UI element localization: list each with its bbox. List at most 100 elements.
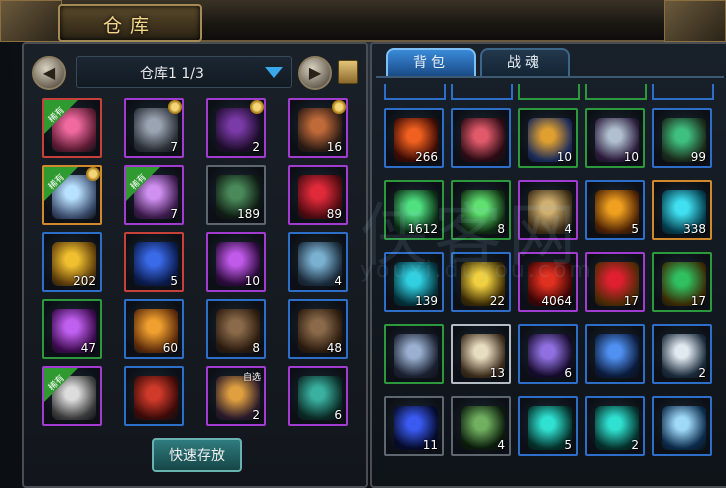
warehouse-nav: ◀ 仓库1 1/3 ▶ — [32, 54, 358, 90]
item-count: 47 — [80, 341, 96, 355]
warehouse-slot[interactable]: 稀有 — [42, 366, 102, 426]
dropdown-arrow-icon — [265, 67, 283, 78]
item-count: 10 — [556, 150, 572, 164]
item-count: 5 — [170, 274, 178, 288]
backpack-slot-partial[interactable] — [518, 84, 580, 100]
backpack-slot[interactable]: 99 — [652, 108, 712, 168]
backpack-slot[interactable] — [585, 324, 645, 384]
item-count: 8 — [252, 341, 260, 355]
item-count: 10 — [244, 274, 260, 288]
backpack-slot[interactable]: 338 — [652, 180, 712, 240]
backpack-slot[interactable]: 2 — [652, 324, 712, 384]
warehouse-page-select[interactable]: 仓库1 1/3 — [76, 56, 292, 88]
next-page-button[interactable]: ▶ — [298, 56, 332, 90]
ice-crystal-icon — [662, 406, 706, 450]
backpack-slot[interactable]: 11 — [384, 396, 444, 456]
backpack-slot-partial[interactable] — [652, 84, 714, 100]
item-count: 16 — [326, 140, 342, 154]
item-count: 11 — [422, 438, 438, 452]
item-count: 99 — [690, 150, 706, 164]
backpack-slot[interactable]: 5 — [585, 180, 645, 240]
backpack-slot[interactable]: 4 — [451, 396, 511, 456]
blue-beads-icon — [394, 334, 438, 378]
warehouse-slot[interactable]: 5 — [124, 232, 184, 292]
warehouse-slot[interactable] — [124, 366, 184, 426]
warehouse-slot[interactable]: 6 — [288, 366, 348, 426]
auto-select-label: 自选 — [242, 373, 261, 383]
backpack-slot[interactable]: 6 — [518, 324, 578, 384]
backpack-slot-partial[interactable] — [585, 84, 647, 100]
item-count: 4064 — [541, 294, 572, 308]
item-count: 2 — [252, 140, 260, 154]
backpack-slot-partial[interactable] — [384, 84, 446, 100]
item-count: 139 — [415, 294, 438, 308]
item-count: 2 — [631, 438, 639, 452]
warehouse-panel: ◀ 仓库1 1/3 ▶ 稀有 7 2 16 稀有 稀有 7 189 89 202 5 10 4 47 60 8… — [22, 42, 368, 488]
warehouse-slot[interactable]: 稀有 7 — [124, 165, 184, 225]
tab-backpack[interactable]: 背包 — [386, 48, 476, 78]
backpack-slot[interactable] — [652, 396, 712, 456]
red-talisman-icon — [134, 376, 178, 420]
gear-icon — [332, 100, 346, 114]
gear-icon — [250, 100, 264, 114]
warehouse-slot[interactable]: 4 — [288, 232, 348, 292]
item-count: 48 — [326, 341, 342, 355]
quick-store-button[interactable]: 快速存放 — [152, 438, 242, 472]
backpack-slot[interactable] — [384, 324, 444, 384]
warehouse-slot[interactable]: 8 — [206, 299, 266, 359]
warehouse-slot[interactable]: 47 — [42, 299, 102, 359]
item-count: 189 — [237, 207, 260, 221]
backpack-slot[interactable]: 2 — [585, 396, 645, 456]
item-count: 7 — [170, 140, 178, 154]
item-count: 10 — [623, 150, 639, 164]
corner-ornament-left — [0, 0, 62, 42]
item-count: 5 — [631, 222, 639, 236]
title-bar: 仓库 — [0, 0, 726, 42]
warehouse-slot[interactable]: 2 — [206, 98, 266, 158]
watermark-url: youxi.duyou.com — [360, 258, 594, 283]
backpack-slot[interactable]: 266 — [384, 108, 444, 168]
backpack-slot-partial[interactable] — [451, 84, 513, 100]
backpack-slot[interactable]: 5 — [518, 396, 578, 456]
item-count: 7 — [170, 207, 178, 221]
warehouse-slot[interactable]: 稀有 — [42, 98, 102, 158]
item-count: 2 — [698, 366, 706, 380]
item-count: 89 — [326, 207, 342, 221]
warehouse-slot[interactable]: 202 — [42, 232, 102, 292]
item-count: 17 — [623, 294, 639, 308]
item-count: 6 — [564, 366, 572, 380]
backpack-slot[interactable]: 10 — [518, 108, 578, 168]
prev-page-button[interactable]: ◀ — [32, 56, 66, 90]
gear-icon — [168, 100, 182, 114]
warehouse-slot[interactable]: 10 — [206, 232, 266, 292]
backpack-slot[interactable]: 10 — [585, 108, 645, 168]
warehouse-slot[interactable]: 7 — [124, 98, 184, 158]
warehouse-slot[interactable]: 48 — [288, 299, 348, 359]
blue-crystal-icon — [595, 334, 639, 378]
tab-divider — [376, 76, 724, 78]
warehouse-slot[interactable]: 189 — [206, 165, 266, 225]
item-count: 338 — [683, 222, 706, 236]
warehouse-slot[interactable]: 60 — [124, 299, 184, 359]
warehouse-slot[interactable]: 稀有 — [42, 165, 102, 225]
backpack-slot[interactable]: 17 — [585, 252, 645, 312]
item-count: 60 — [162, 341, 178, 355]
warehouse-page-label: 仓库1 1/3 — [140, 66, 204, 82]
tab-battle-soul[interactable]: 战魂 — [480, 48, 570, 78]
window-title: 仓库 — [102, 15, 157, 37]
backpack-slot[interactable] — [451, 108, 511, 168]
item-count: 13 — [489, 366, 505, 380]
title-plate: 仓库 — [58, 4, 202, 42]
gear-icon — [86, 167, 100, 181]
item-count: 202 — [73, 274, 96, 288]
backpack-slot[interactable]: 13 — [451, 324, 511, 384]
item-count: 4 — [334, 274, 342, 288]
warehouse-slot[interactable]: 16 — [288, 98, 348, 158]
warehouse-slot[interactable]: 自选 2 — [206, 366, 266, 426]
backpack-slot[interactable]: 17 — [652, 252, 712, 312]
corner-ornament-right — [664, 0, 726, 42]
item-count: 4 — [497, 438, 505, 452]
warehouse-slot[interactable]: 89 — [288, 165, 348, 225]
item-count: 2 — [252, 408, 260, 422]
sort-scroll-icon[interactable] — [338, 60, 358, 84]
